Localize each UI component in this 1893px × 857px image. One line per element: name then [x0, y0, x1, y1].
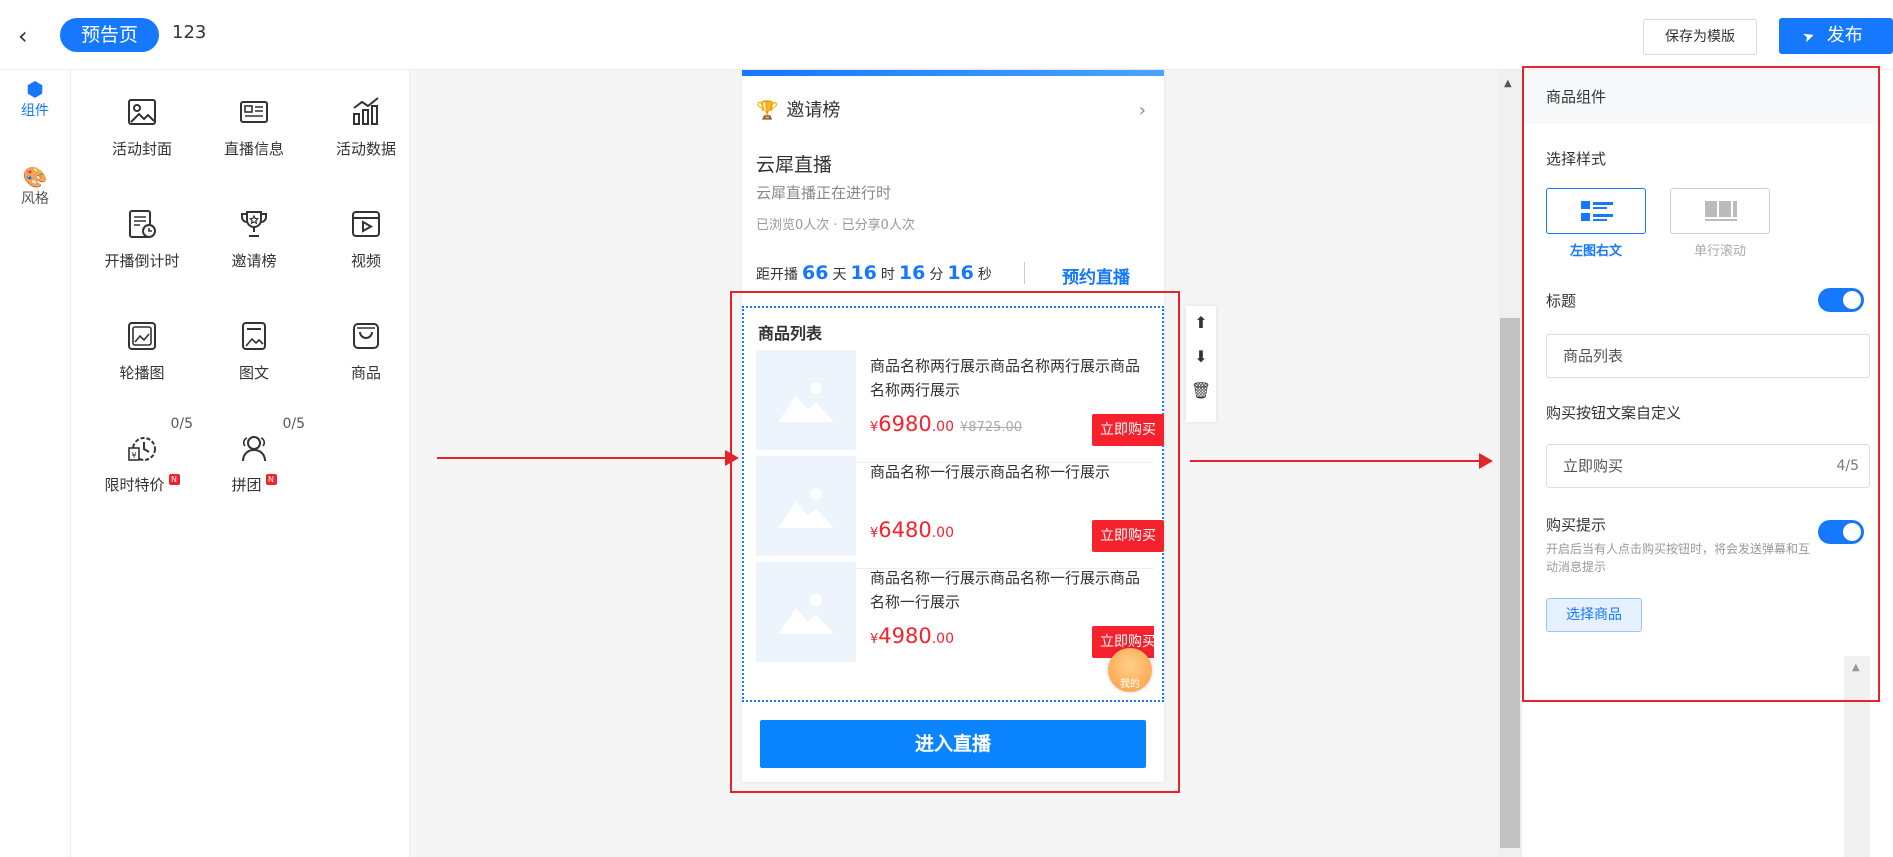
rail-item-style[interactable]: 🎨 风格	[0, 166, 70, 208]
countdown-hours: 16	[850, 262, 877, 284]
component-label: 邀请榜	[231, 252, 277, 270]
news-card-icon	[240, 101, 268, 123]
scrollbar-thumb[interactable]	[1500, 318, 1520, 848]
chevron-left-icon[interactable]: ‹	[18, 22, 42, 50]
svg-text:¥: ¥	[131, 451, 136, 460]
invite-board-row[interactable]: 🏆 邀请榜 ›	[756, 96, 1150, 126]
annotation-arrow-head	[1479, 453, 1493, 469]
new-badge: N	[168, 474, 180, 485]
trophy-icon: 🏆	[756, 100, 779, 121]
component-invite-board[interactable]: 邀请榜	[199, 208, 309, 271]
annotation-box-properties	[1522, 66, 1880, 702]
component-label: 活动数据	[335, 140, 396, 158]
page-name: 123	[172, 22, 207, 43]
annotation-box-preview	[730, 291, 1180, 793]
component-group-buy[interactable]: 0/5 拼团 N	[199, 416, 309, 495]
component-label: 视频	[350, 252, 381, 270]
component-label: 开播倒计时	[104, 252, 180, 270]
countdown-seconds-unit: 秒	[977, 267, 992, 283]
publish-button[interactable]: ➤ 发布	[1779, 18, 1893, 54]
component-activity-data[interactable]: 活动数据	[311, 96, 421, 159]
annotation-arrow-line	[437, 457, 727, 459]
save-as-template-button[interactable]: 保存为模版	[1643, 19, 1757, 55]
component-countdown[interactable]: 开播倒计时	[87, 208, 197, 271]
component-flash-sale[interactable]: 0/5 ¥ 限时特价 N	[87, 416, 197, 495]
divider	[1024, 262, 1025, 284]
shopping-bag-icon	[353, 323, 379, 349]
rail-item-components[interactable]: ⬢ 组件	[0, 78, 70, 120]
video-icon	[352, 211, 380, 237]
page-type-badge[interactable]: 预告页	[60, 18, 159, 52]
scroll-up-icon[interactable]: ▲	[1504, 78, 1512, 89]
component-label: 图文	[238, 364, 269, 382]
reserve-live-link[interactable]: 预约直播	[1062, 263, 1130, 288]
countdown-days-unit: 天	[832, 267, 847, 283]
palette-icon: 🎨	[22, 165, 48, 189]
quota-badge: 0/5	[170, 416, 193, 432]
delete-icon[interactable]: 🗑	[1186, 374, 1216, 408]
cube-icon: ⬢	[26, 77, 44, 101]
quota-badge: 0/5	[282, 416, 305, 432]
countdown-hours-unit: 时	[880, 267, 895, 283]
countdown-minutes: 16	[898, 262, 926, 284]
component-label: 活动封面	[111, 140, 172, 158]
component-carousel[interactable]: 轮播图	[87, 320, 197, 383]
timer-icon: ¥	[128, 437, 156, 461]
countdown: 距开播 66 天 16 时 16 分 16 秒	[756, 262, 992, 284]
live-stats: 已浏览0人次 · 已分享0人次	[756, 218, 915, 233]
publish-label: 发布	[1826, 25, 1863, 46]
canvas-scrollbar[interactable]: ▲	[1498, 70, 1522, 857]
image-icon	[128, 99, 156, 125]
component-panel: 活动封面 直播信息 活动数据 开播倒计时 邀请榜 视频 轮播图 图文 商品 0/…	[71, 70, 410, 857]
component-image-text[interactable]: 图文	[199, 320, 309, 383]
component-label: 限时特价	[104, 476, 165, 494]
move-down-icon[interactable]: ⬇	[1186, 340, 1216, 374]
live-title: 云犀直播	[756, 154, 833, 176]
component-video[interactable]: 视频	[311, 208, 421, 271]
countdown-prefix: 距开播	[756, 267, 798, 283]
cover-strip	[742, 70, 1164, 76]
countdown-seconds: 16	[947, 262, 974, 284]
move-up-icon[interactable]: ⬆	[1186, 306, 1216, 340]
image-text-icon	[242, 322, 266, 350]
left-rail: ⬢ 组件 🎨 风格	[0, 70, 71, 857]
component-label: 轮播图	[119, 364, 165, 382]
send-icon: ➤	[1800, 27, 1818, 47]
rail-item-label: 组件	[21, 103, 49, 119]
top-bar: ‹ 预告页 123 保存为模版 ➤ 发布	[0, 0, 1893, 70]
component-toolbar: ⬆ ⬇ 🗑	[1186, 306, 1216, 422]
trophy-icon	[241, 211, 267, 237]
component-label: 直播信息	[223, 140, 284, 158]
carousel-icon	[128, 322, 156, 350]
countdown-days: 66	[802, 262, 829, 284]
rail-item-label: 风格	[21, 191, 49, 207]
invite-board-label: 邀请榜	[786, 100, 841, 121]
chevron-right-icon: ›	[1138, 100, 1146, 121]
component-activity-cover[interactable]: 活动封面	[87, 96, 197, 159]
annotation-arrow-line	[1190, 460, 1482, 462]
component-product[interactable]: 商品	[311, 320, 421, 383]
countdown-minutes-unit: 分	[929, 267, 944, 283]
new-badge: N	[265, 474, 277, 485]
schedule-doc-icon	[129, 210, 156, 238]
component-live-info[interactable]: 直播信息	[199, 96, 309, 159]
component-label: 拼团	[231, 476, 262, 494]
component-label: 商品	[350, 364, 381, 382]
annotation-arrow-head	[725, 450, 739, 466]
group-icon	[242, 436, 266, 462]
bar-chart-icon	[353, 97, 379, 125]
live-subtitle: 云犀直播正在进行时	[756, 184, 892, 202]
